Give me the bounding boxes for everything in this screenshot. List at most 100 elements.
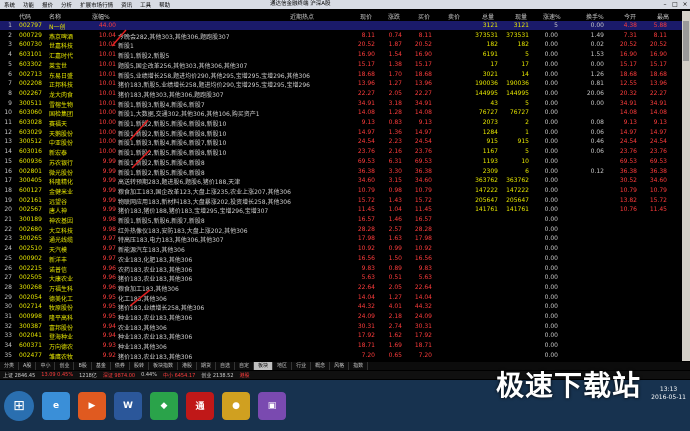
table-row[interactable]: 7 002208 正邦科技 10.01 猪价183,新股5,业绩增长258,题进均价29… — [0, 79, 682, 89]
tab-6[interactable]: 债券 — [111, 362, 130, 370]
tab-13[interactable]: 板块 — [254, 362, 274, 370]
menu-item[interactable]: 扩展市场行情 — [76, 1, 117, 9]
tab-15[interactable]: 行业 — [292, 362, 312, 370]
cell-cv: 0.00 — [544, 332, 558, 340]
start-button[interactable]: ⊞ — [4, 390, 34, 421]
tab-8[interactable]: 板块指数 — [149, 362, 178, 370]
tab-3[interactable]: 创业 — [55, 362, 75, 370]
table-row[interactable]: 11 603028 赛福天 10.00 新股1,新股2,新股5,新股6,新股8,新股10… — [0, 118, 682, 128]
table-row[interactable]: 5 603302 莱宝世 10.01 题股5,国企改革256,其他303,其他306,其… — [0, 60, 682, 70]
table-row[interactable]: 25 000902 新洋丰 9.97 农业183,化肥183,其他306 16.56 1.5… — [0, 254, 682, 264]
cell-open: 18.68 — [619, 70, 637, 78]
menu-item[interactable]: 帮助 — [155, 1, 174, 9]
cell-reason: 新股5,业绩增长258,题进均价290,其他295,宝增295,宝增296,其他… — [118, 72, 310, 80]
table-row[interactable]: 32 300387 富邦股份 9.94 农业183,其他306 30.31 2.74 30.3… — [0, 322, 682, 332]
header-bid[interactable]: 买价 — [418, 12, 430, 21]
table-row[interactable]: 17 300405 科隆精化 9.99 高送转预期283,题进股6,题股6,猪价188,… — [0, 176, 682, 186]
header-reason[interactable]: 近期热点 — [290, 12, 314, 21]
header-code[interactable]: 代码 — [19, 12, 31, 21]
tab-2[interactable]: 中小 — [36, 362, 56, 370]
menu-item[interactable]: 分析 — [57, 1, 76, 9]
tab-7[interactable]: 股转 — [130, 362, 149, 370]
taskbar-app-icon[interactable]: ▣ — [258, 391, 286, 420]
tab-4[interactable]: B股 — [74, 362, 92, 370]
tab-10[interactable]: 期货 — [197, 362, 216, 370]
status-item: 港股 — [239, 372, 250, 379]
scroll-thumb[interactable] — [683, 21, 689, 61]
tab-1[interactable]: A股 — [19, 362, 37, 370]
header-speed[interactable]: 涨速% — [543, 12, 561, 21]
header-open[interactable]: 今开 — [624, 12, 636, 21]
table-row[interactable]: 15 600936 苏农银行 9.99 新股1,新股2,新股5,新股6,新股8 69.53… — [0, 157, 682, 167]
table-row[interactable]: 29 002054 德美化工 9.95 化工183,其他306 14.04 1.27 14.0… — [0, 293, 682, 303]
table-row[interactable]: 6 002713 东易日盛 10.01 新股5,业绩增长258,题进均价290,其他29… — [0, 70, 682, 80]
taskbar-app-icon[interactable]: W — [114, 391, 142, 420]
menu-item[interactable]: 报价 — [38, 1, 57, 9]
table-row[interactable]: 35 002477 雏鹰农牧 9.92 猪价183,农业183,其他306 7.20 0.6… — [0, 351, 682, 361]
taskbar-app-icon[interactable]: ● — [222, 391, 250, 420]
tab-18[interactable]: 指数 — [349, 362, 369, 370]
tab-14[interactable]: 地区 — [273, 362, 293, 370]
close-icon[interactable]: × — [680, 0, 690, 9]
table-row[interactable]: 27 002505 大康农业 9.96 猪价183,农业183,其他306 5.63 0.5… — [0, 273, 682, 283]
table-row[interactable]: 34 600371 万向德农 9.93 种业183,其他306 18.71 1.69 18.7… — [0, 341, 682, 351]
table-row[interactable]: 30 002714 牧原股份 9.95 猪价183,业绩增长258,其他306 44.32… — [0, 302, 682, 312]
menu-item[interactable]: 工具 — [136, 1, 155, 9]
table-row[interactable]: 8 002267 龙大肉食 10.01 猪价183,其他303,其他306,题跑股307… — [0, 89, 682, 99]
tab-11[interactable]: 自选 — [216, 362, 236, 370]
table-row[interactable]: 31 000998 隆平高科 9.95 种业183,农业183,其他306 24.09 2.… — [0, 312, 682, 322]
cell-chg: 9.97 — [102, 235, 116, 243]
header-pchg[interactable]: 涨跌 — [388, 12, 400, 21]
tab-9[interactable]: 港股 — [178, 362, 197, 370]
table-row[interactable]: 22 002680 大立科技 9.98 红外热像仪183,安防183,大盘上涨202,其… — [0, 225, 682, 235]
cell-bid: 34.91 — [414, 99, 432, 107]
maximize-icon[interactable]: □ — [670, 0, 680, 9]
header-high[interactable]: 最高 — [657, 12, 669, 21]
vertical-scrollbar[interactable] — [682, 11, 690, 361]
header-change[interactable]: 涨幅% — [92, 12, 110, 21]
table-row[interactable]: 33 002041 登海种业 9.94 种业183,农业183,其他306 17.92 1.… — [0, 331, 682, 341]
tab-16[interactable]: 概念 — [311, 362, 331, 370]
table-row[interactable]: 23 300265 通光线缆 9.97 特高压183,电力183,其他306,其他307… — [0, 234, 682, 244]
table-row[interactable]: 2 000729 燕京啤酒 10.04 今晚会282,其他303,其他306,题跑股30… — [0, 31, 682, 41]
tab-5[interactable]: 基金 — [92, 362, 111, 370]
table-row[interactable]: 21 300189 神农基因 9.98 新股1,新股5,新股6,新股7,新股8 16.57… — [0, 215, 682, 225]
taskbar-app-icon[interactable]: 通 — [186, 391, 214, 420]
table-row[interactable]: 20 002567 唐人神 9.99 猪价183,猪价188,猪价183,宝增295,宝… — [0, 205, 682, 215]
system-tray-clock[interactable]: 13:13 2016-05-11 — [651, 386, 686, 402]
header-volume[interactable]: 总量 — [482, 12, 494, 21]
table-row[interactable]: 10 603060 国检集团 10.00 新股1,大数据,交通302,其他306,其他1… — [0, 108, 682, 118]
tab-0[interactable]: 分类 — [0, 362, 20, 370]
taskbar-app-icon[interactable]: ▶ — [78, 391, 106, 420]
table-row[interactable]: 13 300512 中亚股份 10.00 新股1,新股3,新股4,新股6,新股7,新股1… — [0, 137, 682, 147]
header-ask[interactable]: 卖价 — [448, 12, 460, 21]
menu-item[interactable]: 系统 — [0, 1, 19, 9]
table-row[interactable]: 4 603101 汇嘉时代 10.01 新股1,新股2,新股5 16.90 1.54 16.9… — [0, 50, 682, 60]
header-name[interactable]: 名称 — [49, 12, 61, 21]
table-row[interactable]: 26 002215 诺普信 9.96 农药183,农业183,其他306 9.83 0.89… — [0, 264, 682, 274]
cell-chg: 10.01 — [98, 80, 116, 88]
cell-chg: 9.95 — [102, 293, 116, 301]
table-row[interactable]: 12 603029 天鹅股份 10.00 新股1,新股2,新股5,新股6,新股8,新股1… — [0, 128, 682, 138]
table-row[interactable]: 1 002797 N一创 44.00 3121 3121 5 0.00 4.38 5.88 — [0, 21, 682, 31]
table-row[interactable]: 9 300511 雪榕生物 10.01 新股1,新股3,新股4,新股6,新股7 34.91… — [0, 99, 682, 109]
taskbar-app-icon[interactable]: e — [42, 391, 70, 420]
tab-17[interactable]: 风格 — [330, 362, 350, 370]
minimize-icon[interactable]: – — [660, 0, 670, 9]
cell-open: 16.90 — [619, 51, 637, 59]
table-row[interactable]: 18 600127 金健米业 9.99 粮食加工183,国企改革123,大盘上涨235,… — [0, 186, 682, 196]
cell-cv: 0.00 — [544, 342, 558, 350]
table-row[interactable]: 14 603016 新宏泰 10.00 新股1,新股2,新股5,新股6,新股8,新股10… — [0, 147, 682, 157]
table-row[interactable]: 19 002161 远望谷 9.99 物联网应用183,新材料183,大盘暴涨202,投… — [0, 196, 682, 206]
table-row[interactable]: 16 002801 微光股份 9.99 新股1,新股2,新股5,新股6,新股8 36.38… — [0, 167, 682, 177]
table-row[interactable]: 3 600730 世嘉科技 10.01 新股1 20.52 1.87 20.52 182 182 0… — [0, 40, 682, 50]
table-row[interactable]: 24 002510 天汽模 9.97 新能源汽车183,其他306 10.92 0.99 10… — [0, 244, 682, 254]
menu-item[interactable]: 资讯 — [117, 1, 136, 9]
tab-12[interactable]: 自定 — [235, 362, 255, 370]
header-current[interactable]: 现量 — [515, 12, 527, 21]
menu-item[interactable]: 功能 — [19, 1, 38, 9]
table-row[interactable]: 28 300268 万福生科 9.96 粮食加工183,其他306 22.64 2.05 22… — [0, 283, 682, 293]
header-turnover[interactable]: 换手% — [586, 12, 604, 21]
taskbar-app-icon[interactable]: ◆ — [150, 391, 178, 420]
header-price[interactable]: 现价 — [360, 12, 372, 21]
